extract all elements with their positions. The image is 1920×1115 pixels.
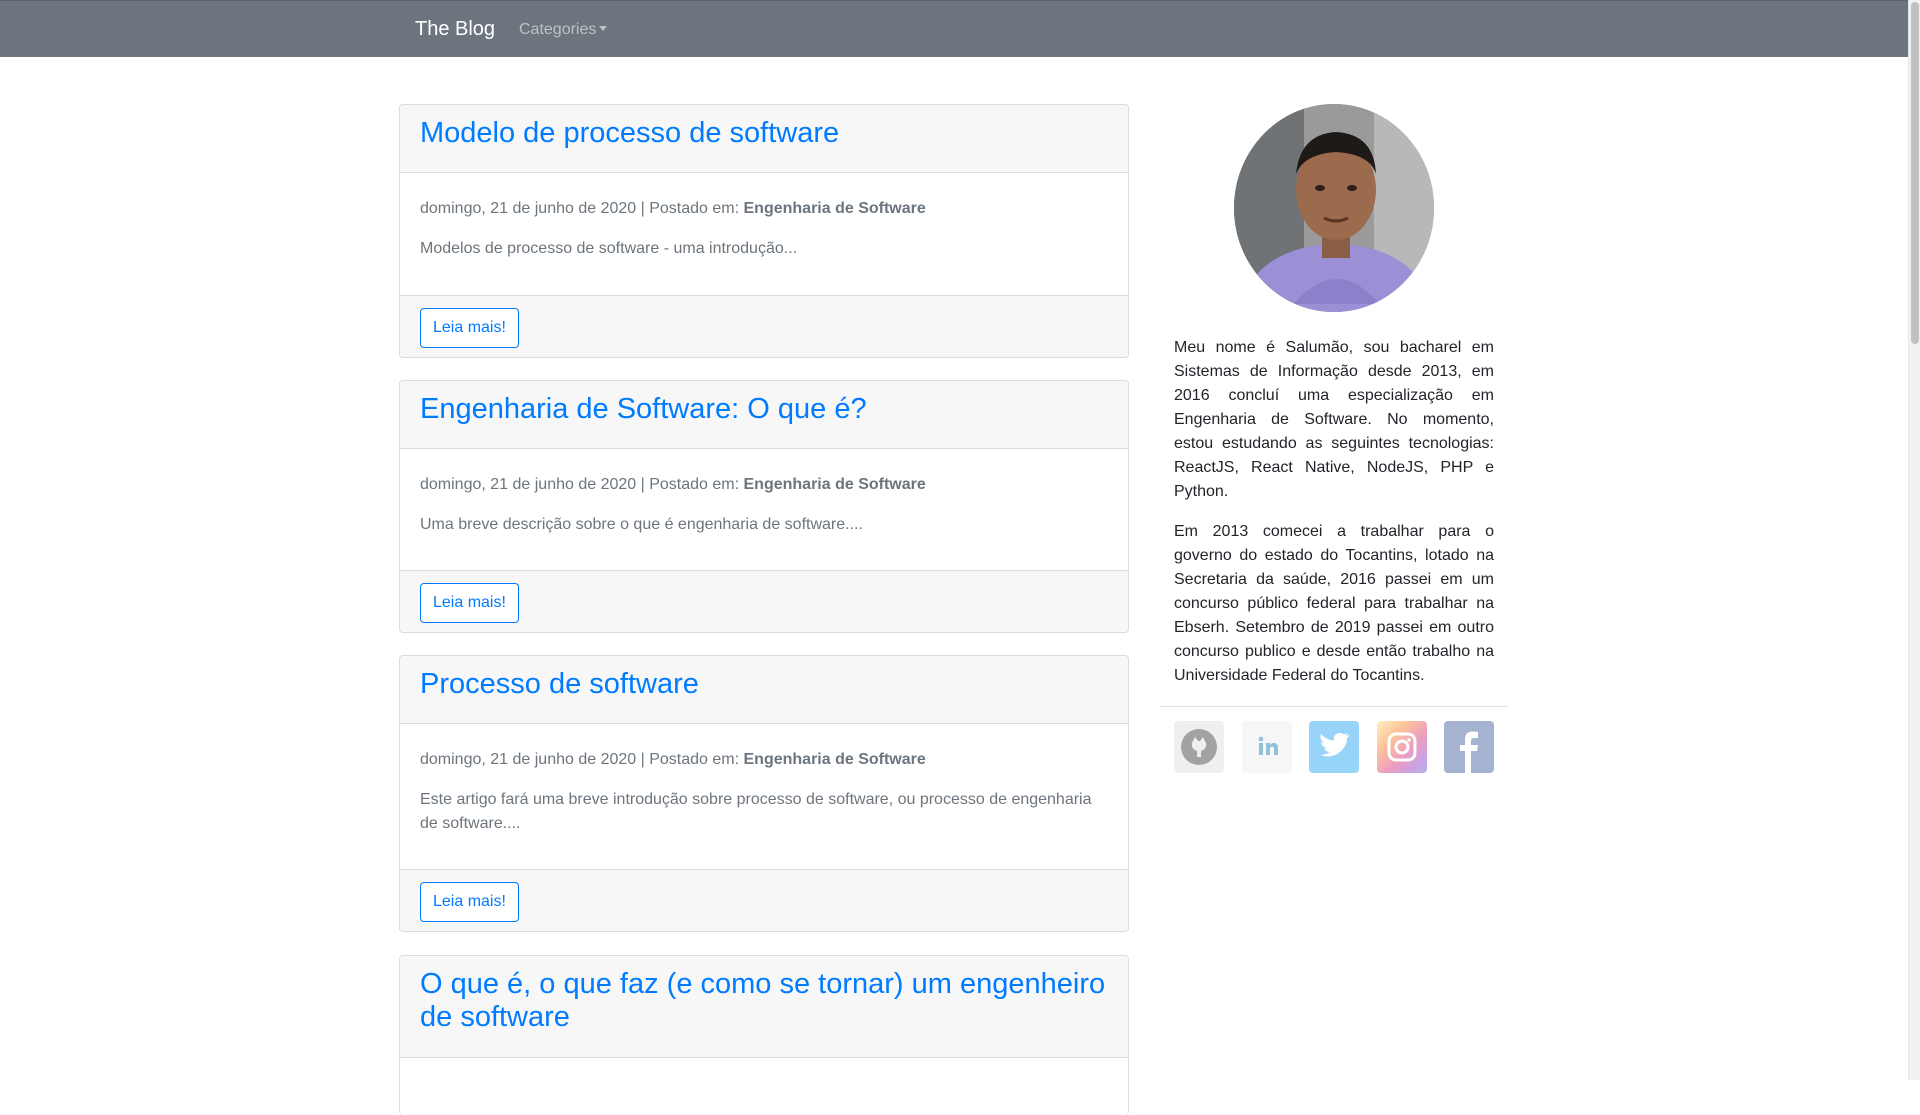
post-title-link[interactable]: Processo de software	[420, 668, 1108, 701]
navbar-brand[interactable]: The Blog	[415, 17, 495, 41]
post-card: Processo de software domingo, 21 de junh…	[399, 655, 1129, 932]
post-category: Engenharia de Software	[743, 200, 926, 217]
github-link[interactable]	[1174, 721, 1224, 773]
twitter-icon	[1320, 732, 1350, 757]
post-meta: domingo, 21 de junho de 2020 | Postado e…	[420, 197, 1108, 221]
post-card: Modelo de processo de software domingo, …	[399, 104, 1129, 358]
post-date: domingo, 21 de junho de 2020 | Postado e…	[420, 751, 744, 768]
caret-down-icon	[599, 26, 608, 31]
post-card-footer: Leia mais!	[400, 869, 1128, 931]
post-date: domingo, 21 de junho de 2020 | Postado e…	[420, 476, 744, 493]
post-card-footer: Leia mais!	[400, 295, 1128, 357]
scrollbar-thumb[interactable]	[1911, 2, 1919, 344]
post-card-header: O que é, o que faz (e como se tornar) um…	[400, 956, 1128, 1058]
post-card-footer: Leia mais!	[400, 570, 1128, 632]
post-card-header: Modelo de processo de software	[400, 105, 1128, 173]
post-card-header: Engenharia de Software: O que é?	[400, 381, 1128, 449]
categories-dropdown[interactable]: Categories	[519, 20, 608, 40]
facebook-link[interactable]	[1444, 721, 1494, 773]
categories-label: Categories	[519, 21, 597, 38]
post-card: Engenharia de Software: O que é? domingo…	[399, 380, 1129, 633]
post-card-header: Processo de software	[400, 656, 1128, 724]
social-links	[1174, 721, 1504, 773]
facebook-icon	[1460, 731, 1478, 773]
post-title-link[interactable]: Engenharia de Software: O que é?	[420, 393, 1108, 426]
instagram-icon	[1387, 732, 1417, 762]
read-more-button[interactable]: Leia mais!	[420, 882, 519, 922]
post-card-body: domingo, 21 de junho de 2020 | Postado e…	[400, 724, 1128, 869]
linkedin-icon	[1258, 736, 1278, 755]
post-date: domingo, 21 de junho de 2020 | Postado e…	[420, 200, 744, 217]
twitter-link[interactable]	[1309, 721, 1359, 773]
post-card-body: domingo, 21 de junho de 2020 | Postado e…	[400, 173, 1128, 295]
post-excerpt: Este artigo fará uma breve introdução so…	[420, 791, 1092, 832]
post-excerpt: Uma breve descrição sobre o que é engenh…	[420, 516, 863, 533]
github-icon	[1181, 729, 1217, 765]
divider	[1160, 706, 1508, 707]
bio: Meu nome é Salumão, sou bacharel em Sist…	[1174, 336, 1494, 704]
instagram-link[interactable]	[1377, 721, 1427, 773]
post-card: O que é, o que faz (e como se tornar) um…	[399, 955, 1129, 1115]
read-more-button[interactable]: Leia mais!	[420, 583, 519, 623]
post-title-link[interactable]: O que é, o que faz (e como se tornar) um…	[420, 968, 1108, 1034]
profile-avatar	[1234, 104, 1434, 312]
profile-photo	[1234, 104, 1434, 312]
read-more-button[interactable]: Leia mais!	[420, 308, 519, 348]
post-title-link[interactable]: Modelo de processo de software	[420, 117, 1108, 150]
scrollbar[interactable]	[1908, 0, 1920, 1080]
bio-paragraph: Meu nome é Salumão, sou bacharel em Sist…	[1174, 339, 1494, 500]
bio-paragraph: Em 2013 comecei a trabalhar para o gover…	[1174, 523, 1494, 684]
post-card-body: domingo, 21 de junho de 2020 | Postado e…	[400, 449, 1128, 570]
post-category: Engenharia de Software	[743, 476, 926, 493]
post-meta: domingo, 21 de junho de 2020 | Postado e…	[420, 748, 1108, 772]
navbar: The Blog Categories	[0, 0, 1908, 57]
post-meta: domingo, 21 de junho de 2020 | Postado e…	[420, 473, 1108, 497]
linkedin-link[interactable]	[1242, 721, 1292, 773]
post-excerpt: Modelos de processo de software - uma in…	[420, 240, 798, 257]
post-category: Engenharia de Software	[743, 751, 926, 768]
